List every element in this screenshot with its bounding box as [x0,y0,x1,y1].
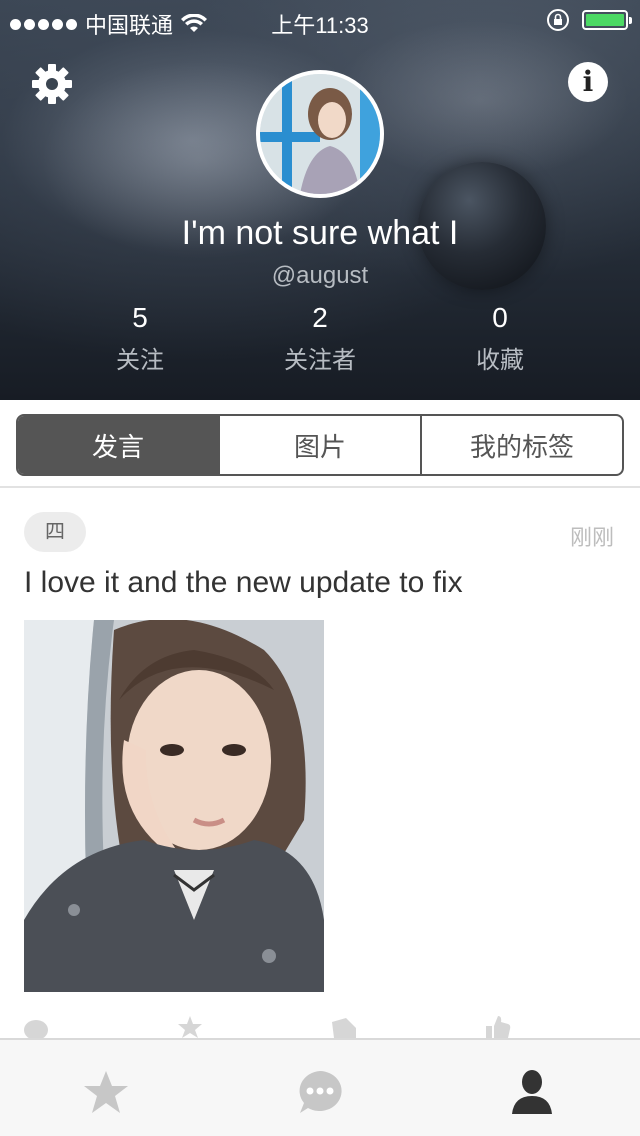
stat-value: 0 [492,302,508,333]
stat-value: 5 [132,302,148,333]
tab-profile[interactable] [504,1064,560,1120]
thumbs-up-icon [486,1016,511,1038]
stat-following[interactable]: 5 关注 [70,302,210,375]
comment-icon [24,1020,48,1040]
tab-favorites[interactable] [78,1064,134,1120]
post-timestamp: 刚刚 [569,525,614,550]
post-weekday-badge: 四 [24,512,86,552]
avatar-photo [260,74,380,194]
avatar[interactable] [256,70,384,198]
status-time: 上午11:33 [271,13,369,38]
battery-icon [582,10,632,30]
stat-label: 关注 [116,347,164,374]
chat-bubble-icon [299,1071,342,1113]
tab-bar [0,1038,640,1136]
star-icon [84,1071,128,1113]
stat-label: 收藏 [476,347,524,374]
tag-icon [332,1018,356,1038]
tag-action[interactable] [330,1014,358,1038]
info-button[interactable]: i [568,62,608,102]
profile-name: I'm not sure what I [181,214,459,252]
post-photo-image [24,620,324,992]
post-actions [0,1014,640,1040]
tab-my-tags[interactable]: 我的标签 [420,416,622,474]
divider [0,486,640,488]
stat-value: 2 [312,302,328,333]
post-photo[interactable] [24,620,324,992]
stat-followers[interactable]: 2 关注者 [250,302,390,375]
content-tabs: 发言 图片 我的标签 [16,414,624,476]
tab-photos[interactable]: 图片 [218,416,420,474]
info-icon: i [582,65,594,98]
profile-header: 中国联通 上午11:33 i I'm not sure what I @augu… [0,0,640,400]
post-text: I love it and the new update to fix [24,566,463,599]
orientation-lock-icon [547,9,569,31]
person-icon [512,1070,552,1114]
stat-favorites[interactable]: 0 收藏 [430,302,570,375]
stat-label: 关注者 [284,347,356,374]
like-action[interactable] [484,1014,512,1038]
tab-messages[interactable] [292,1064,348,1120]
gear-icon [32,64,72,104]
star-icon [178,1016,202,1038]
profile-handle: @august [271,262,369,289]
comment-action[interactable] [22,1014,50,1040]
settings-button[interactable] [30,62,74,106]
status-bar: 中国联通 上午11:33 [0,0,640,40]
favorite-action[interactable] [176,1014,204,1038]
tab-posts[interactable]: 发言 [18,416,218,474]
